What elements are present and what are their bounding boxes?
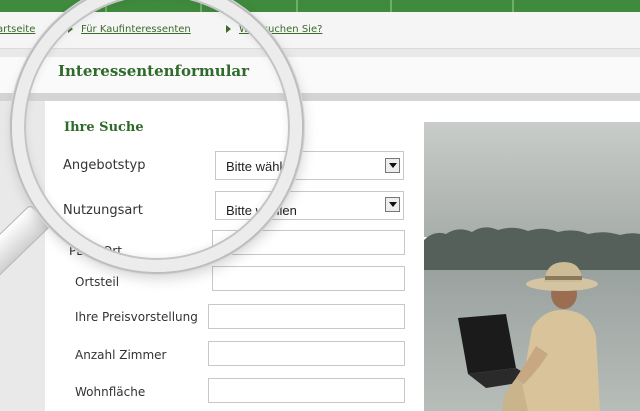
wohnflaeche-input[interactable] bbox=[208, 378, 405, 403]
nav-separator bbox=[200, 0, 202, 12]
page-title: Interessentenformular bbox=[58, 62, 250, 80]
ortsteil-input[interactable] bbox=[212, 266, 405, 291]
breadcrumb-item[interactable]: Was suchen Sie? bbox=[226, 24, 322, 35]
anzahl-zimmer-input[interactable] bbox=[208, 341, 405, 366]
breadcrumb-link-was-suchen[interactable]: Was suchen Sie? bbox=[239, 24, 322, 35]
nutzungsart-label: Nutzungsart bbox=[63, 203, 143, 218]
dropdown-arrow-icon[interactable] bbox=[385, 158, 400, 173]
nav-separator bbox=[512, 0, 514, 12]
section-title: Ihre Suche bbox=[64, 120, 144, 135]
angebotstyp-label: Angebotstyp bbox=[63, 158, 146, 173]
wohnflaeche-label: Wohnfläche bbox=[75, 385, 146, 399]
preisvorstellung-label: Ihre Preisvorstellung bbox=[75, 310, 198, 324]
breadcrumb-home-link[interactable]: artseite bbox=[0, 24, 35, 35]
nutzungsart-select[interactable]: Bitte wählen bbox=[215, 191, 404, 220]
plz-ort-input[interactable] bbox=[212, 230, 405, 255]
top-navigation-bar bbox=[0, 0, 640, 12]
breadcrumb: artseite Für Kaufinteressenten Was suche… bbox=[0, 12, 640, 49]
angebotstyp-select[interactable]: Bitte wählen bbox=[215, 151, 404, 180]
nav-separator bbox=[105, 0, 107, 12]
dropdown-arrow-icon[interactable] bbox=[385, 197, 400, 212]
plz-ort-label: PLZ / Ort bbox=[69, 244, 122, 258]
preisvorstellung-input[interactable] bbox=[208, 304, 405, 329]
title-band-shadow bbox=[0, 93, 640, 101]
breadcrumb-arrow-icon bbox=[226, 25, 231, 33]
breadcrumb-arrow-icon bbox=[68, 25, 73, 33]
nutzungsart-select-value: Bitte wählen bbox=[226, 203, 297, 218]
lake-photo bbox=[424, 122, 640, 411]
breadcrumb-item[interactable]: Für Kaufinteressenten bbox=[68, 24, 191, 35]
ortsteil-label: Ortsteil bbox=[75, 275, 120, 289]
nav-separator bbox=[296, 0, 298, 12]
breadcrumb-link-interessenten[interactable]: Für Kaufinteressenten bbox=[81, 24, 191, 35]
nav-separator bbox=[390, 0, 392, 12]
angebotstyp-select-value: Bitte wählen bbox=[226, 159, 297, 174]
anzahl-zimmer-label: Anzahl Zimmer bbox=[75, 348, 167, 362]
magnifier-handle bbox=[0, 204, 51, 304]
